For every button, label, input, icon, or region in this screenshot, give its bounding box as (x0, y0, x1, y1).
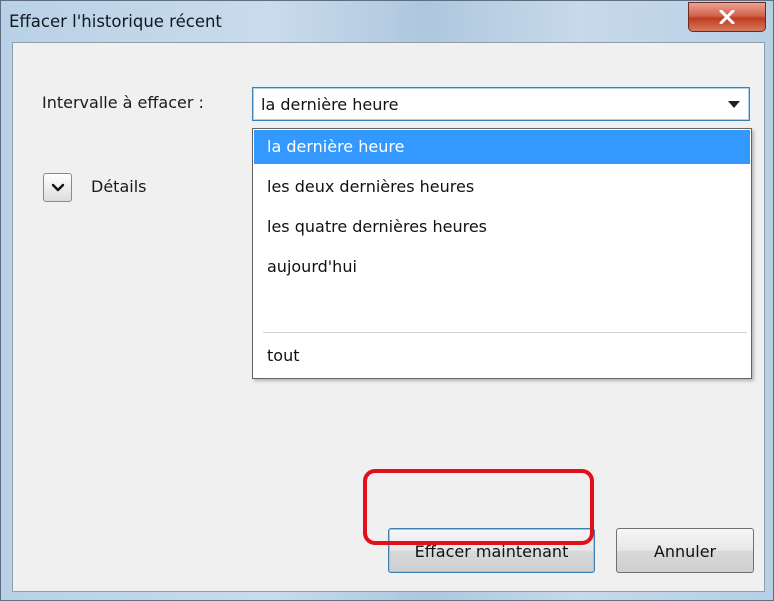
interval-selected-value: la dernière heure (261, 95, 399, 114)
chevron-down-icon (51, 183, 64, 191)
interval-dropdown-list: la dernière heure les deux dernières heu… (252, 128, 752, 379)
highlight-annotation (363, 469, 594, 545)
dropdown-separator (263, 332, 747, 333)
dropdown-arrow-icon (728, 101, 740, 108)
details-expand-button[interactable] (43, 173, 72, 202)
details-label[interactable]: Détails (91, 177, 146, 196)
close-icon (719, 10, 735, 24)
window-title: Effacer l'historique récent (9, 12, 222, 31)
dropdown-option-last-four-hours[interactable]: les quatre dernières heures (254, 210, 750, 244)
interval-label: Intervalle à effacer : (42, 93, 204, 112)
cancel-button[interactable]: Annuler (616, 528, 754, 573)
interval-label-text: Intervalle à effacer : (42, 93, 204, 112)
dialog-window: Effacer l'historique récent Intervalle à… (0, 0, 774, 601)
dropdown-option-last-hour[interactable]: la dernière heure (254, 130, 750, 164)
dropdown-option-today[interactable]: aujourd'hui (254, 250, 750, 284)
dropdown-option-last-two-hours[interactable]: les deux dernières heures (254, 170, 750, 204)
interval-select[interactable]: la dernière heure (252, 87, 750, 121)
title-bar[interactable]: Effacer l'historique récent (1, 1, 774, 41)
close-button[interactable] (688, 2, 766, 32)
dropdown-option-everything[interactable]: tout (254, 339, 750, 373)
